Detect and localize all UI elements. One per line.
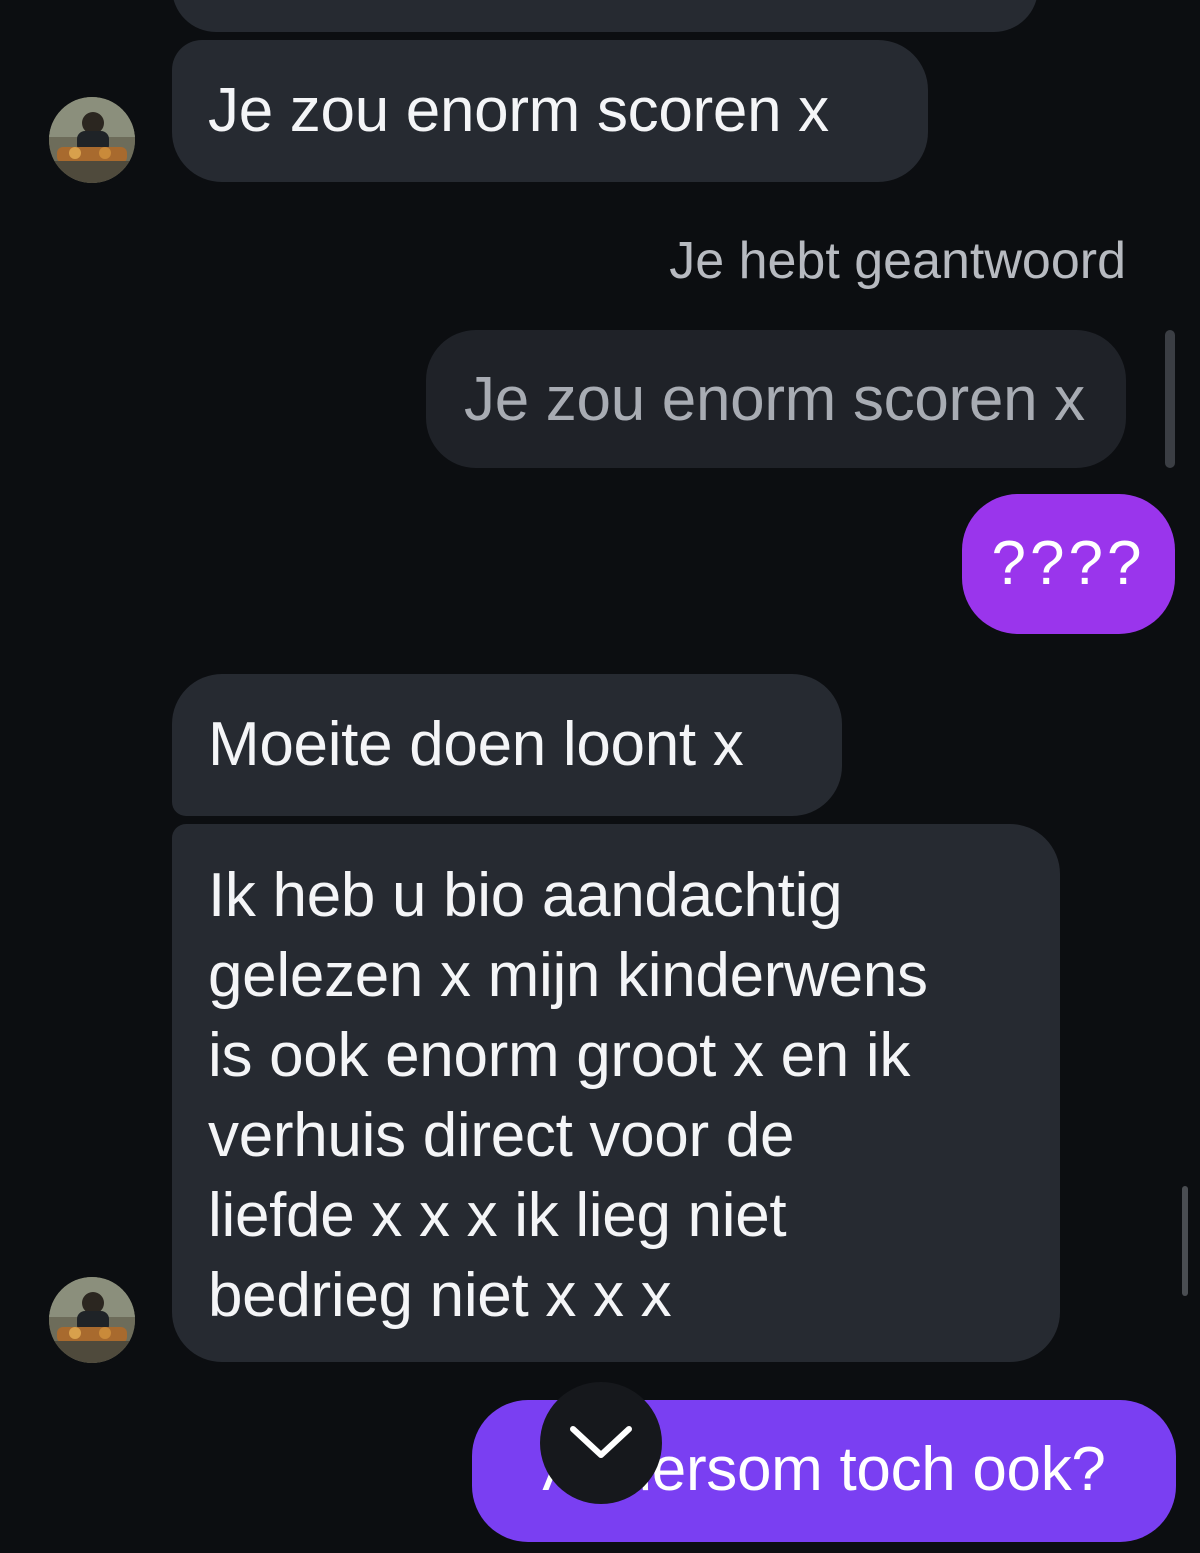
previous-message-bubble [172,0,1038,32]
sender-avatar[interactable] [49,1277,135,1363]
message-text: Moeite doen loont x [208,710,744,779]
chevron-down-icon [570,1426,632,1458]
message-text: Je zou enorm scoren x [208,76,829,145]
message-line: verhuis direct voor de [208,1101,795,1170]
sender-avatar[interactable] [49,97,135,183]
message-line: Ik heb u bio aandachtig [208,861,843,930]
message-line: gelezen x mijn kinderwens [208,941,928,1010]
incoming-message-bubble[interactable]: Je zou enorm scoren x [172,40,928,182]
quoted-message-text: Je zou enorm scoren x [464,365,1085,434]
incoming-message-bubble[interactable]: Ik heb u bio aandachtig gelezen x mijn k… [172,824,1060,1362]
message-line: liefde x x x ik lieg niet [208,1181,787,1250]
outgoing-message-bubble[interactable]: ???? [962,494,1175,634]
incoming-message-bubble[interactable]: Moeite doen loont x [172,674,842,816]
message-text: ???? [991,529,1146,598]
message-line: is ook enorm groot x en ik [208,1021,911,1090]
scroll-to-bottom-button[interactable] [540,1382,662,1504]
quoted-message-bubble[interactable]: Je zou enorm scoren x [426,330,1126,468]
reply-label: Je hebt geantwoord [669,232,1126,290]
message-line: bedrieg niet x x x [208,1261,672,1330]
scrollbar[interactable] [1182,1186,1188,1296]
quote-indicator-bar [1165,330,1175,468]
